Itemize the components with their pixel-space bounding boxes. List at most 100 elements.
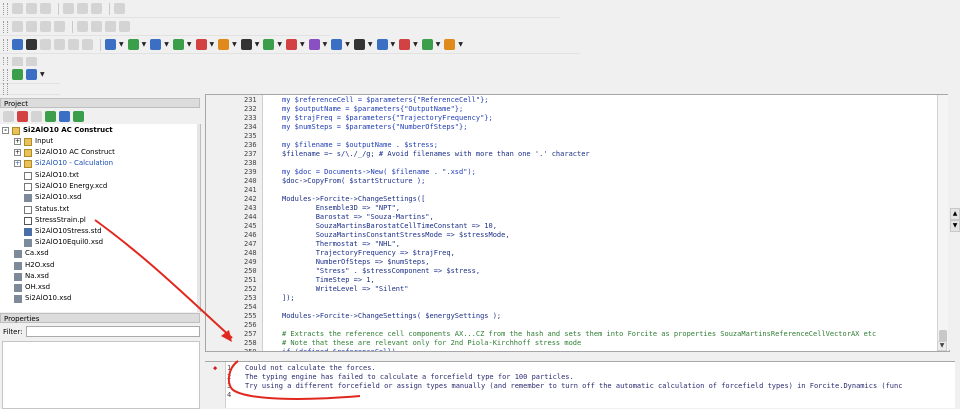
code-line[interactable]: 231 my $referenceCell = $parameters{"Refe… xyxy=(206,96,936,105)
sort-icon[interactable] xyxy=(59,110,70,122)
mesocite-icon[interactable] xyxy=(172,39,184,50)
expander-icon[interactable]: + xyxy=(14,138,21,145)
code-line[interactable]: 258 # Note that these are relevant only f… xyxy=(206,339,936,348)
run-icon[interactable] xyxy=(12,69,23,80)
code-line[interactable]: 247 Thermostat => "NHL", xyxy=(206,240,936,249)
code-line[interactable]: 252 WriteLevel => "Silent" xyxy=(206,285,936,294)
tree-node-file[interactable]: Si2AlO10.xsd xyxy=(14,293,71,304)
toolbar-grip[interactable] xyxy=(3,20,8,33)
tree-node-file[interactable]: Ca.xsd xyxy=(14,248,49,259)
code-line[interactable]: 250 "Stress" . $stressComponent => $stre… xyxy=(206,267,936,276)
tree-node-file[interactable]: H2O.xsd xyxy=(14,260,54,271)
reflex-icon[interactable] xyxy=(286,39,297,50)
code-line[interactable]: 253]); xyxy=(206,294,936,303)
label-icon[interactable] xyxy=(105,21,116,32)
zoom-icon[interactable] xyxy=(40,21,51,32)
qsar-icon[interactable] xyxy=(308,39,320,50)
chevron-down-icon[interactable]: ▼ xyxy=(413,41,418,48)
tree-node-file[interactable]: Si2AlO10.xsd xyxy=(24,192,81,203)
tree-node-folder[interactable]: + Si2AlO10 AC Construct xyxy=(14,147,115,158)
sketch-icon[interactable] xyxy=(40,39,51,50)
ring-icon[interactable] xyxy=(54,39,65,50)
code-line[interactable]: 237 $filename =~ s/\./_/g; # Avoid filena… xyxy=(206,150,936,159)
tree-node-project-root[interactable]: - Si2AlO10 AC Construct xyxy=(2,125,113,136)
chevron-down-icon[interactable]: ▼ xyxy=(40,71,45,78)
blends-icon[interactable] xyxy=(421,39,433,50)
chevron-down-icon[interactable]: ▼ xyxy=(187,41,192,48)
output-line[interactable]: 4 xyxy=(205,391,953,400)
expander-icon[interactable]: + xyxy=(14,160,21,167)
chevron-down-icon[interactable]: ▼ xyxy=(368,41,373,48)
delete-icon[interactable] xyxy=(17,110,28,122)
output-line[interactable]: 2 The typing engine has failed to calcula… xyxy=(205,373,953,382)
forward-icon[interactable] xyxy=(26,21,37,32)
chevron-down-icon[interactable]: ▼ xyxy=(300,41,305,48)
code-line[interactable]: 251 TimeStep => 1, xyxy=(206,276,936,285)
dpd-icon[interactable] xyxy=(399,39,411,50)
code-line[interactable]: 259 if (defined $referenceCell) xyxy=(206,348,936,351)
editor-scroll-down-arrow[interactable]: ▼ xyxy=(937,341,947,351)
back-icon[interactable] xyxy=(12,21,23,32)
code-line[interactable]: 248 TrajectoryFrequency => $trajFreq, xyxy=(206,249,936,258)
script-editor[interactable]: 231 my $referenceCell = $parameters{"Refe… xyxy=(205,94,950,352)
scroll-up-arrow[interactable]: ▲ xyxy=(950,208,960,220)
code-line[interactable]: 234 my $numSteps = $parameters{"NumberOfS… xyxy=(206,123,936,132)
toolbar-grip[interactable] xyxy=(3,68,8,81)
code-line[interactable]: 241 xyxy=(206,186,936,195)
code-line[interactable]: 254 xyxy=(206,303,936,312)
scroll-down-arrow[interactable]: ▼ xyxy=(950,220,960,232)
undo-icon[interactable] xyxy=(63,3,74,14)
output-line[interactable]: 3 Try using a different forcefield or ass… xyxy=(205,382,953,391)
dmol3-icon[interactable] xyxy=(195,39,207,50)
code-line[interactable]: 256 xyxy=(206,321,936,330)
new-document-icon[interactable] xyxy=(3,110,14,122)
chevron-down-icon[interactable]: ▼ xyxy=(277,41,282,48)
castep-icon[interactable] xyxy=(218,39,230,50)
import-icon[interactable] xyxy=(73,110,84,122)
chevron-down-icon[interactable]: ▼ xyxy=(323,41,328,48)
chevron-down-icon[interactable]: ▼ xyxy=(164,41,169,48)
display-style-icon[interactable] xyxy=(12,39,23,50)
code-line[interactable]: 233 my $trajFreq = $parameters{"Trajector… xyxy=(206,114,936,123)
adsorption-icon[interactable] xyxy=(444,39,456,50)
paste-icon[interactable] xyxy=(40,3,51,14)
expander-icon[interactable]: - xyxy=(2,127,9,134)
chevron-down-icon[interactable]: ▼ xyxy=(345,41,350,48)
code-line[interactable]: 240 $doc->CopyFrom( $startStructure ); xyxy=(206,177,936,186)
copy-icon[interactable] xyxy=(26,3,37,14)
tree-node-file[interactable]: OH.xsd xyxy=(14,282,50,293)
code-line[interactable]: 239 my $doc = Documents->New( $filename .… xyxy=(206,168,936,177)
rotate-icon[interactable] xyxy=(54,21,65,32)
properties-icon[interactable] xyxy=(31,110,42,122)
debug-icon[interactable] xyxy=(26,69,37,80)
toolbar-grip[interactable] xyxy=(3,2,8,15)
tree-node-file[interactable]: StressStrain.pl xyxy=(24,215,86,226)
code-line[interactable]: 242 Modules->Forcite->ChangeSettings([ xyxy=(206,195,936,204)
chevron-down-icon[interactable]: ▼ xyxy=(255,41,260,48)
toolbar-grip[interactable] xyxy=(3,38,8,51)
tree-node-file[interactable]: Status.txt xyxy=(24,204,69,215)
output-line[interactable]: 1 ◆ Could not calculate the forces. xyxy=(205,364,953,373)
tree-scrollbar[interactable] xyxy=(197,124,200,312)
code-line[interactable]: 257 # Extracts the reference cell compone… xyxy=(206,330,936,339)
amorphous-cell-icon[interactable] xyxy=(127,39,139,50)
code-line[interactable]: 255 Modules->Forcite->ChangeSettings( $en… xyxy=(206,312,936,321)
code-line[interactable]: 245 SouzaMartinsBarostatCellTimeConstant… xyxy=(206,222,936,231)
code-line[interactable]: 243 Ensemble3D => "NPT", xyxy=(206,204,936,213)
grid-icon[interactable] xyxy=(91,21,102,32)
code-line[interactable]: 236 my $filename = $outputName . $stress; xyxy=(206,141,936,150)
cut-icon[interactable] xyxy=(12,3,23,14)
find-icon[interactable] xyxy=(114,3,125,14)
code-line[interactable]: 244 Barostat => "Souza-Martins", xyxy=(206,213,936,222)
chevron-down-icon[interactable]: ▼ xyxy=(119,41,124,48)
filter-input[interactable] xyxy=(25,326,200,337)
chevron-down-icon[interactable]: ▼ xyxy=(391,41,396,48)
delete-icon[interactable] xyxy=(91,3,102,14)
tree-node-file[interactable]: Si2AlO10.txt xyxy=(24,170,79,181)
redo-icon[interactable] xyxy=(77,3,88,14)
chevron-down-icon[interactable]: ▼ xyxy=(458,41,463,48)
polymorph-icon[interactable] xyxy=(376,39,388,50)
tree-node-folder[interactable]: + Input xyxy=(14,136,53,147)
code-line[interactable]: 238 xyxy=(206,159,936,168)
sorption-icon[interactable] xyxy=(263,39,275,50)
